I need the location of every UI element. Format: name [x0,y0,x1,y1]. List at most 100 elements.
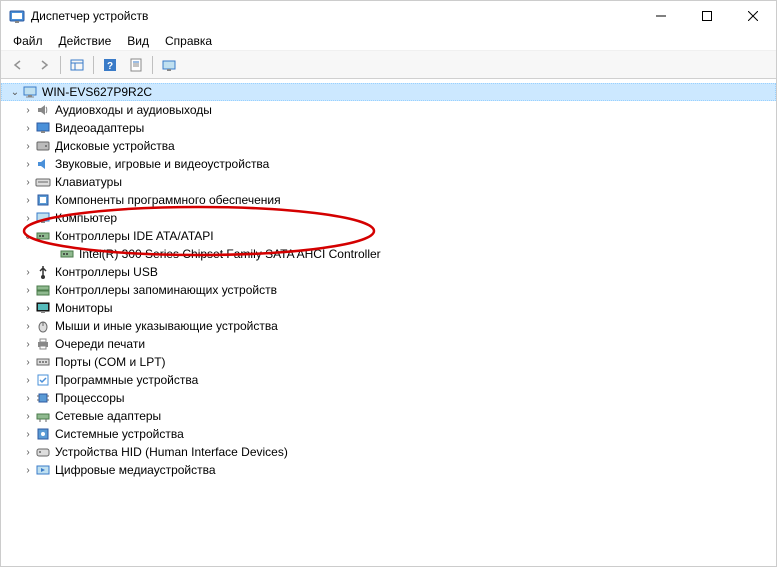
tree-category-label: Видеоадаптеры [53,121,146,135]
tree-category[interactable]: ›Мониторы [1,299,776,317]
monitor-icon [35,300,51,316]
maximize-button[interactable] [684,1,730,31]
tree-category-label: Дисковые устройства [53,139,177,153]
expand-icon[interactable]: › [21,141,35,152]
tree-device-label: Intel(R) 300 Series Chipset Family SATA … [77,247,383,261]
tree-category[interactable]: › Мыши и иные указывающие устройства [1,317,776,335]
tree-root-label: WIN-EVS627P9R2C [40,85,154,99]
tree-category-label: Контроллеры запоминающих устройств [53,283,279,297]
expand-icon[interactable]: › [21,321,35,332]
tree-category-label: Компоненты программного обеспечения [53,193,283,207]
cpu-icon [35,390,51,406]
expand-icon[interactable]: ⌄ [8,87,22,98]
storage-ctrl-icon [59,246,75,262]
tree-category-label: Порты (COM и LPT) [53,355,168,369]
tree-category-label: Процессоры [53,391,127,405]
expand-icon[interactable]: › [21,447,35,458]
device-tree[interactable]: ⌄ WIN-EVS627P9R2C › Аудиовходы и аудиовых… [1,79,776,568]
tree-category[interactable]: › Программные устройства [1,371,776,389]
tree-category-label: Компьютер [53,211,119,225]
disk-icon [35,138,51,154]
tree-category-label: Очереди печати [53,337,147,351]
window-title: Диспетчер устройств [31,9,638,23]
hid-icon [35,444,51,460]
menu-action[interactable]: Действие [51,32,120,50]
tree-category[interactable]: › Очереди печати [1,335,776,353]
menu-view[interactable]: Вид [119,32,157,50]
tree-category[interactable]: › Звуковые, игровые и видеоустройства [1,155,776,173]
expand-icon[interactable]: › [21,429,35,440]
system-icon [35,426,51,442]
menu-file[interactable]: Файл [5,32,51,50]
expand-icon[interactable]: › [21,159,35,170]
tree-category[interactable]: › Компьютер [1,209,776,227]
tree-category[interactable]: ›Устройства HID (Human Interface Devices… [1,443,776,461]
tree-category[interactable]: › Аудиовходы и аудиовыходы [1,101,776,119]
tree-category[interactable]: › Контроллеры запоминающих устройств [1,281,776,299]
tree-category-label: Контроллеры IDE ATA/ATAPI [53,229,216,243]
tree-category[interactable]: › Видеоадаптеры [1,119,776,137]
expand-icon[interactable]: › [21,105,35,116]
tree-category-label: Системные устройства [53,427,186,441]
storage-ctrl2-icon [35,282,51,298]
tree-category[interactable]: › Системные устройства [1,425,776,443]
tree-category[interactable]: › Сетевые адаптеры [1,407,776,425]
tree-category-label: Мыши и иные указывающие устройства [53,319,280,333]
mouse-icon [35,318,51,334]
expand-icon[interactable]: › [21,177,35,188]
show-hide-console-button[interactable] [65,54,89,76]
tree-category-label: Программные устройства [53,373,200,387]
menu-help[interactable]: Справка [157,32,220,50]
scan-hardware-button[interactable] [157,54,181,76]
tree-category[interactable]: › Дисковые устройства [1,137,776,155]
help-button[interactable]: ? [98,54,122,76]
close-button[interactable] [730,1,776,31]
back-button [6,54,30,76]
tree-category-label: Цифровые медиаустройства [53,463,218,477]
audio-icon [35,102,51,118]
software-icon [35,372,51,388]
tree-category-label: Звуковые, игровые и видеоустройства [53,157,271,171]
expand-icon[interactable]: › [21,411,35,422]
port-icon [35,354,51,370]
svg-text:?: ? [107,61,113,72]
tree-device[interactable]: Intel(R) 300 Series Chipset Family SATA … [1,245,776,263]
tree-category[interactable]: › Процессоры [1,389,776,407]
tree-root[interactable]: ⌄ WIN-EVS627P9R2C [1,83,776,101]
expand-icon[interactable]: › [21,393,35,404]
storage-ctrl-icon [35,228,51,244]
expand-icon[interactable]: › [21,357,35,368]
sound-icon [35,156,51,172]
tree-category[interactable]: › Порты (COM и LPT) [1,353,776,371]
tree-category-label: Сетевые адаптеры [53,409,163,423]
tree-category[interactable]: ⌄ Контроллеры IDE ATA/ATAPI [1,227,776,245]
computer-icon [35,210,51,226]
tree-category[interactable]: › Компоненты программного обеспечения [1,191,776,209]
media-icon [35,462,51,478]
expand-icon[interactable]: › [21,465,35,476]
tree-category-label: Аудиовходы и аудиовыходы [53,103,214,117]
expand-icon[interactable]: › [21,285,35,296]
expand-icon[interactable]: ⌄ [21,231,35,242]
expand-icon[interactable]: › [21,213,35,224]
expand-icon[interactable]: › [21,339,35,350]
titlebar: Диспетчер устройств [1,1,776,31]
toolbar: ? [1,51,776,79]
expand-icon[interactable]: › [21,123,35,134]
menubar: Файл Действие Вид Справка [1,31,776,51]
expand-icon[interactable]: › [21,267,35,278]
expand-icon[interactable]: › [21,375,35,386]
app-icon [9,8,25,24]
properties-button[interactable] [124,54,148,76]
network-icon [35,408,51,424]
tree-category[interactable]: ›Контроллеры USB [1,263,776,281]
tree-category-label: Клавиатуры [53,175,124,189]
computer-icon [22,84,38,100]
tree-category[interactable]: › Клавиатуры [1,173,776,191]
usb-icon [35,264,51,280]
minimize-button[interactable] [638,1,684,31]
forward-button [32,54,56,76]
tree-category[interactable]: › Цифровые медиаустройства [1,461,776,479]
expand-icon[interactable]: › [21,303,35,314]
expand-icon[interactable]: › [21,195,35,206]
